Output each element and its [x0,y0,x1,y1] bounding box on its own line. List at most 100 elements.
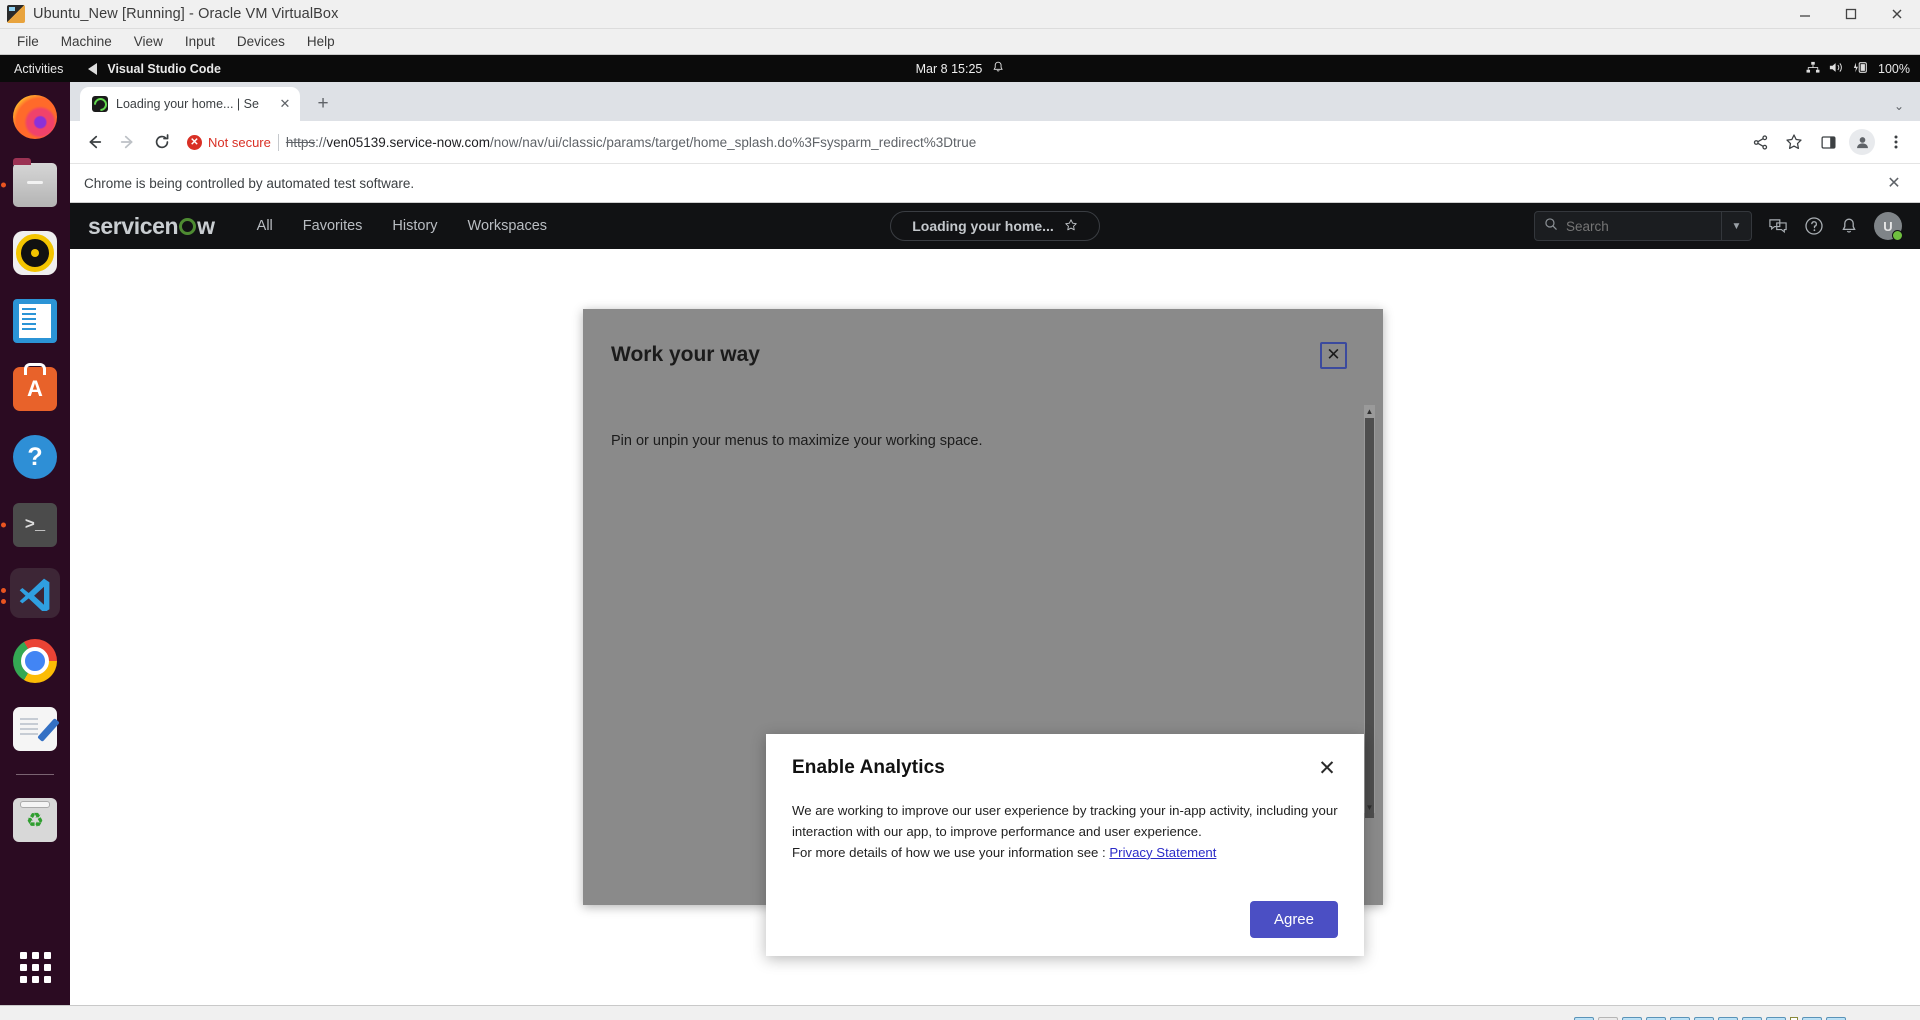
rhythmbox-icon [13,231,57,275]
address-bar[interactable]: ✕ Not secure https://ven05139.service-no… [187,128,1735,156]
activities-button[interactable]: Activities [0,62,75,76]
menu-devices[interactable]: Devices [226,32,296,51]
chrome-toolbar-right [1744,126,1912,158]
menu-view[interactable]: View [123,32,174,51]
close-icon[interactable]: ✕ [1882,171,1906,195]
avatar [1849,129,1875,155]
new-tab-button[interactable]: + [308,89,338,119]
logo-text-post: w [197,212,215,239]
modal-body-text: Pin or unpin your menus to maximize your… [611,433,983,449]
nav-item-all[interactable]: All [257,218,273,234]
page-title-pill[interactable]: Loading your home... [890,211,1100,241]
servicenow-header: servicen w All Favorites History Workspac… [70,203,1920,249]
work-your-way-header: Work your way ✕ [583,309,1383,401]
notification-bell-icon[interactable] [1840,217,1858,236]
vscode-icon [87,62,100,75]
side-panel-icon[interactable] [1812,126,1844,158]
gnome-system-tray[interactable]: 100% [1806,61,1920,77]
star-outline-icon[interactable] [1064,218,1078,235]
menu-machine[interactable]: Machine [50,32,123,51]
url-separator: :// [315,134,327,150]
url-path: /now/nav/ui/classic/params/target/home_s… [490,134,977,150]
logo-circle-icon [179,217,197,235]
minimize-button[interactable] [1782,0,1828,29]
chevron-down-icon[interactable]: ▼ [1721,212,1751,240]
servicenow-content-area: Work your way ✕ Pin or unpin your menus … [70,249,1920,1005]
menu-file[interactable]: File [6,32,50,51]
privacy-statement-link[interactable]: Privacy Statement [1109,845,1216,860]
share-icon[interactable] [1744,126,1776,158]
virtualbox-titlebar: Ubuntu_New [Running] - Oracle VM Virtual… [0,0,1920,29]
vscode-icon [13,571,57,615]
focused-app-menu[interactable]: Visual Studio Code [75,62,221,76]
scrollbar-thumb[interactable] [1365,418,1374,818]
scroll-down-icon[interactable]: ▼ [1364,801,1375,813]
dock-item-vscode[interactable] [1,568,60,618]
analytics-paragraph-2: For more details of how we use your info… [792,843,1338,864]
chrome-toolbar: ✕ Not secure https://ven05139.service-no… [70,121,1920,163]
forward-arrow-icon[interactable] [112,126,144,158]
dock-item-libreoffice-writer[interactable] [10,296,60,346]
nav-item-history[interactable]: History [392,218,437,234]
chrome-icon [13,639,57,683]
close-icon[interactable]: ✕ [276,95,294,113]
dock-item-chrome[interactable] [10,636,60,686]
menu-input[interactable]: Input [174,32,226,51]
clock-label: Mar 8 15:25 [915,61,983,76]
dock-item-trash[interactable]: ♻ [10,795,60,845]
gnome-clock[interactable]: Mar 8 15:25 [916,61,1005,77]
ubuntu-software-icon: A [13,367,57,411]
text-editor-icon [13,707,57,751]
dock-item-help[interactable]: ? [10,432,60,482]
nav-item-favorites[interactable]: Favorites [303,218,363,234]
dock-item-firefox[interactable] [10,92,60,142]
dock-item-text-editor[interactable] [10,704,60,754]
dock-item-terminal[interactable]: >_ [10,500,60,550]
modal-scrollbar[interactable]: ▲ ▼ [1364,405,1375,818]
agree-button[interactable]: Agree [1249,901,1338,938]
servicenow-header-right: ▼ U [1534,211,1920,241]
virtualbox-statusbar: Right Ctrl [0,1005,1920,1020]
gnome-top-bar: Activities Visual Studio Code Mar 8 15:2… [0,55,1920,82]
nav-item-workspaces[interactable]: Workspaces [468,218,548,234]
battery-level-label: 100% [1878,61,1910,76]
volume-icon [1829,61,1844,77]
servicenow-logo[interactable]: servicen w [88,213,215,240]
enable-analytics-modal: Enable Analytics ✕ We are working to imp… [766,734,1364,956]
automation-infobar: Chrome is being controlled by automated … [70,163,1920,203]
back-arrow-icon[interactable] [78,126,110,158]
window-controls [1782,0,1920,28]
enable-analytics-footer: Agree [792,901,1338,938]
not-secure-chip[interactable]: ✕ Not secure [187,134,271,150]
help-circle-icon[interactable] [1804,216,1824,236]
network-icon [1806,61,1820,77]
close-button[interactable] [1874,0,1920,29]
reload-icon[interactable] [146,126,178,158]
enable-analytics-header: Enable Analytics ✕ [792,757,1338,779]
url-text: https://ven05139.service-now.com/now/nav… [286,135,976,150]
search-box[interactable]: ▼ [1534,211,1752,241]
security-label: Not secure [208,134,271,150]
page-title: Loading your home... [912,218,1054,234]
star-icon[interactable] [1778,126,1810,158]
close-icon[interactable]: ✕ [1316,757,1338,779]
menu-help[interactable]: Help [296,32,346,51]
close-icon[interactable]: ✕ [1320,341,1347,369]
chevron-down-icon[interactable]: ⌄ [1894,99,1904,113]
conversations-icon[interactable] [1768,217,1788,235]
browser-tab[interactable]: Loading your home... | Se ✕ [80,87,300,121]
files-icon [13,158,57,207]
warning-icon: ✕ [187,134,202,150]
scroll-up-icon[interactable]: ▲ [1364,405,1375,417]
dock-item-ubuntu-software[interactable]: A [10,364,60,414]
virtualbox-app-icon [7,5,25,23]
maximize-button[interactable] [1828,0,1874,29]
ubuntu-dock: A ? >_ ♻ [0,82,70,1005]
three-dot-menu-icon[interactable] [1880,126,1912,158]
dock-item-rhythmbox[interactable] [10,228,60,278]
dock-item-files[interactable] [10,158,60,210]
user-avatar[interactable]: U [1874,212,1903,241]
show-applications-button[interactable] [19,952,51,983]
profile-avatar-icon[interactable] [1846,126,1878,158]
search-input[interactable] [1566,218,1696,234]
